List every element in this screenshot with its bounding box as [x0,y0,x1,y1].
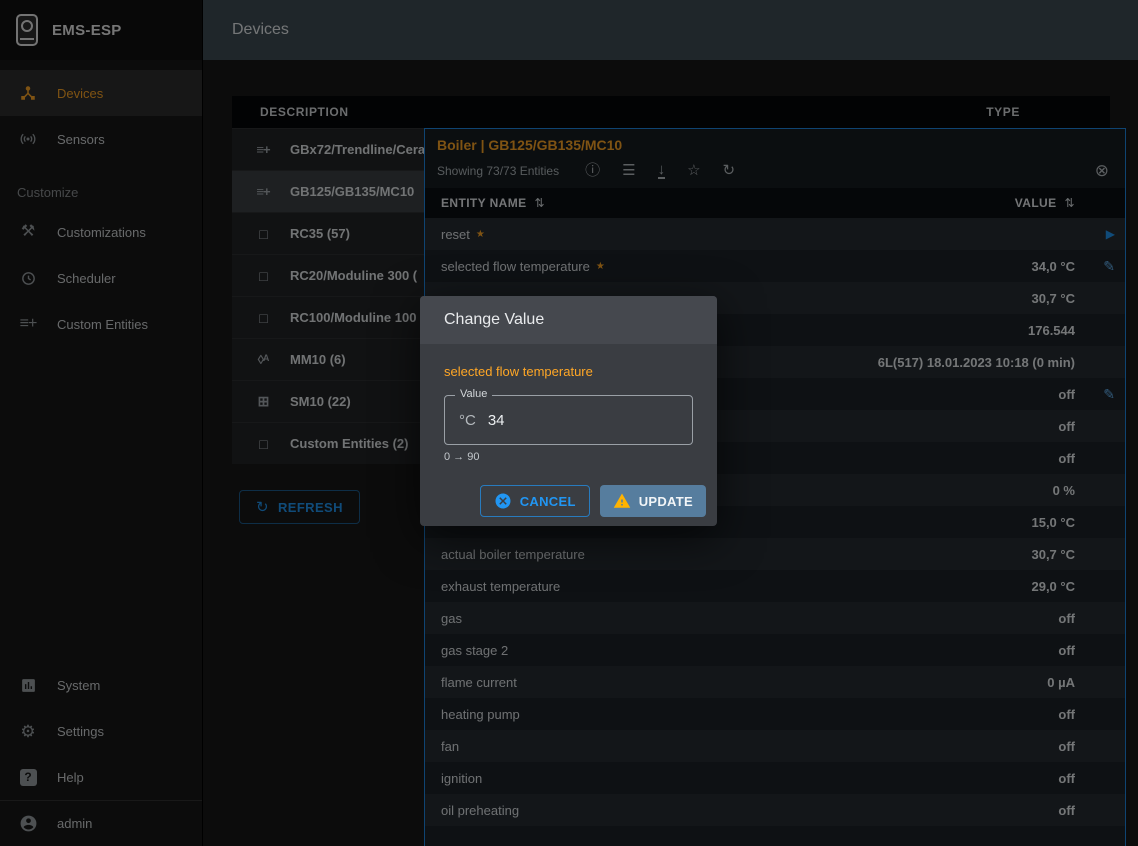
cancel-icon [494,492,512,510]
dialog-entity-label: selected flow temperature [444,364,693,379]
value-field: Value °C [444,395,693,445]
cancel-button[interactable]: CANCEL [480,485,590,517]
range-helper-text: 0 → 90 [444,451,693,463]
unit-label: °C [459,412,476,429]
value-input[interactable] [488,412,678,429]
value-field-label: Value [455,388,492,400]
update-button[interactable]: UPDATE [600,485,706,517]
change-value-dialog: Change Value selected flow temperature V… [420,296,717,526]
dialog-title: Change Value [420,296,717,344]
warning-icon [613,492,631,510]
